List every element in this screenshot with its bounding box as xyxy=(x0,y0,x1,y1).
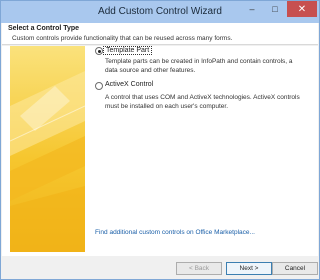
back-button[interactable]: < Back xyxy=(176,262,222,275)
wizard-window: Add Custom Control Wizard – □ ✕ Select a… xyxy=(0,0,320,280)
title-bar[interactable]: Add Custom Control Wizard – □ ✕ xyxy=(1,1,319,23)
close-button[interactable]: ✕ xyxy=(287,1,317,17)
maximize-button[interactable]: □ xyxy=(264,1,286,17)
office-marketplace-link[interactable]: Find additional custom controls on Offic… xyxy=(95,229,255,236)
next-button[interactable]: Next > xyxy=(226,262,272,275)
template-part-label[interactable]: Template Part xyxy=(103,46,153,55)
wizard-footer: < Back Next > Cancel xyxy=(2,257,318,279)
template-part-radio[interactable] xyxy=(95,47,103,55)
decorative-banner xyxy=(10,46,85,252)
template-part-description: Template parts can be created in InfoPat… xyxy=(105,58,293,74)
maximize-icon: □ xyxy=(272,4,278,14)
minimize-icon: – xyxy=(249,4,255,14)
activex-control-radio[interactable] xyxy=(95,82,103,90)
cancel-button[interactable]: Cancel xyxy=(272,262,318,275)
minimize-button[interactable]: – xyxy=(241,1,263,17)
banner-graphic xyxy=(10,71,85,252)
activex-control-label[interactable]: ActiveX Control xyxy=(105,81,153,88)
wizard-content: Template Part Template parts can be crea… xyxy=(2,46,318,256)
wizard-header: Select a Control Type Custom controls pr… xyxy=(2,23,318,45)
step-title: Select a Control Type xyxy=(8,25,80,32)
close-icon: ✕ xyxy=(297,3,307,15)
step-description: Custom controls provide functionality th… xyxy=(12,35,233,42)
activex-control-description: A control that uses COM and ActiveX tech… xyxy=(105,94,300,110)
